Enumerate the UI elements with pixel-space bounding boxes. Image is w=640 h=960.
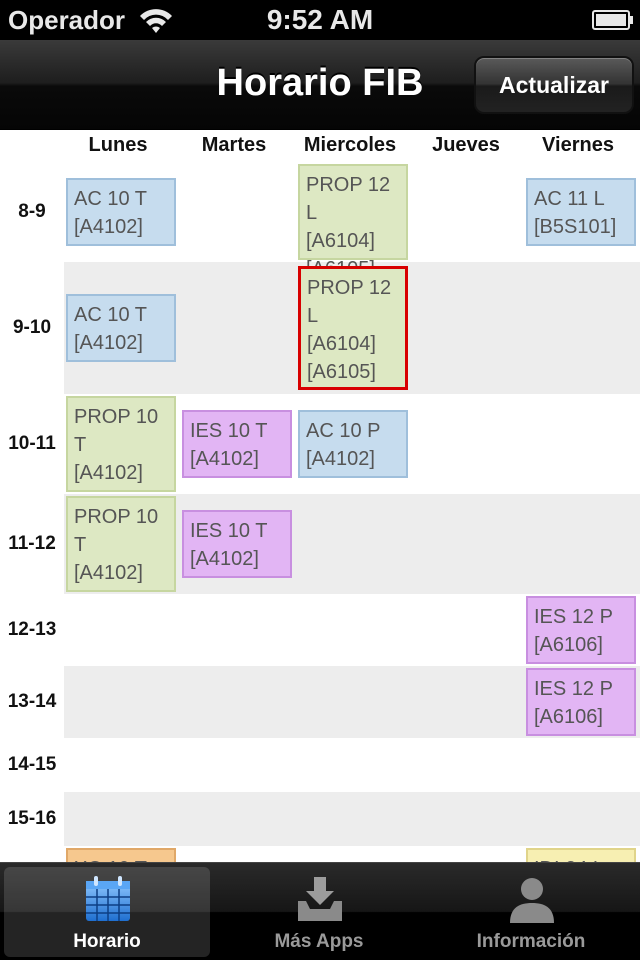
hour-label: 8-9 <box>18 201 46 222</box>
class-subject: AC 11 L <box>534 188 605 210</box>
class-subject: PROP 10 T <box>74 506 159 556</box>
status-bar: Operador 9:52 AM <box>0 0 640 40</box>
class-cell[interactable]: PROP 10 T [A4102] <box>66 496 176 592</box>
tab-informacion[interactable]: Información <box>428 867 634 957</box>
tab-label: Más Apps <box>274 931 364 952</box>
day-header: Miercoles <box>303 134 397 156</box>
download-tray-icon <box>298 877 342 921</box>
tab-label: Horario <box>73 931 141 952</box>
hour-label: 11-12 <box>8 533 56 554</box>
tab-label: Información <box>476 931 586 952</box>
class-room: [A4102] <box>74 562 143 584</box>
class-subject: PROP 10 T <box>74 406 159 456</box>
status-time: 9:52 AM <box>266 4 374 35</box>
class-cell[interactable]: XC 10 T <box>66 848 176 862</box>
day-header: Martes <box>201 134 267 156</box>
class-room: [A4102] <box>74 216 143 238</box>
class-cell[interactable]: AC 10 T [A4102] <box>66 178 176 246</box>
calendar-icon <box>86 876 130 921</box>
day-header: Lunes <box>88 134 148 156</box>
class-room: [A4102] <box>74 332 143 354</box>
refresh-button[interactable]: Actualizar <box>474 56 634 114</box>
class-subject: XC 10 T <box>74 855 168 862</box>
class-cell[interactable]: IES 10 T [A4102] <box>182 510 292 578</box>
class-room: [A6106] <box>534 634 603 656</box>
class-room: [A6104] <box>307 333 376 355</box>
class-cell[interactable]: IES 12 P [A6106] <box>526 596 636 664</box>
class-subject: PROP 12 L <box>306 174 391 224</box>
day-header: Viernes <box>542 134 614 156</box>
class-cell[interactable]: AC 11 L [B5S101] <box>526 178 636 246</box>
navigation-bar: Horario FIB Actualizar <box>0 40 640 130</box>
hour-label: 9-10 <box>12 317 52 338</box>
hour-label: 13-14 <box>7 691 57 712</box>
tab-bar: Horario Más Apps Información <box>0 862 640 960</box>
class-room: [A6105] <box>307 361 376 383</box>
hour-label: 12-13 <box>7 619 57 640</box>
class-subject: AC 10 T <box>74 188 147 210</box>
class-subject: AC 10 P <box>306 420 381 442</box>
class-room: [A4102] <box>74 462 143 484</box>
class-cell[interactable]: PROP 10 T [A4102] <box>66 396 176 492</box>
class-cell[interactable]: PROP 12 L[A6104][A6105] <box>298 164 408 280</box>
class-cell[interactable]: PROP 12 L [A6104] [A6105] <box>298 266 408 390</box>
class-subject: IES 10 T <box>190 420 268 442</box>
class-subject: IES 10 T <box>190 520 268 542</box>
class-cell[interactable]: AC 10 T [A4102] <box>66 294 176 362</box>
class-room: [A4102] <box>190 448 259 470</box>
battery-icon <box>592 10 633 30</box>
tab-mas-apps[interactable]: Más Apps <box>216 867 422 957</box>
class-cell[interactable]: IES 10 T [A4102] <box>182 410 292 478</box>
row-band <box>64 792 640 846</box>
hour-label: 10-11 <box>8 433 56 454</box>
hour-label: 15-16 <box>7 808 57 829</box>
schedule-grid[interactable]: Lunes Martes Miercoles Jueves Viernes 8-9 9-10… <box>0 130 640 862</box>
class-cell[interactable]: IES 12 P [A6106] <box>526 668 636 736</box>
day-header: Jueves <box>432 134 500 156</box>
class-subject: IES 12 P <box>534 678 613 700</box>
class-subject: IES 12 P <box>534 606 613 628</box>
class-cell[interactable]: IDI 24 L <box>526 848 636 862</box>
class-subject: IDI 24 L <box>534 855 628 862</box>
class-room: [A6104] <box>306 230 375 252</box>
class-cell[interactable]: AC 10 P [A4102] <box>298 410 408 478</box>
person-icon <box>510 878 554 923</box>
class-room: [A4102] <box>190 548 259 570</box>
hour-label: 14-15 <box>7 754 57 775</box>
class-room: [A4102] <box>306 448 375 470</box>
class-subject: AC 10 T <box>74 304 147 326</box>
class-room: [A6106] <box>534 706 603 728</box>
tab-horario[interactable]: Horario <box>4 867 210 957</box>
class-room: [B5S101] <box>534 216 617 238</box>
class-subject: PROP 12 L <box>307 277 392 327</box>
